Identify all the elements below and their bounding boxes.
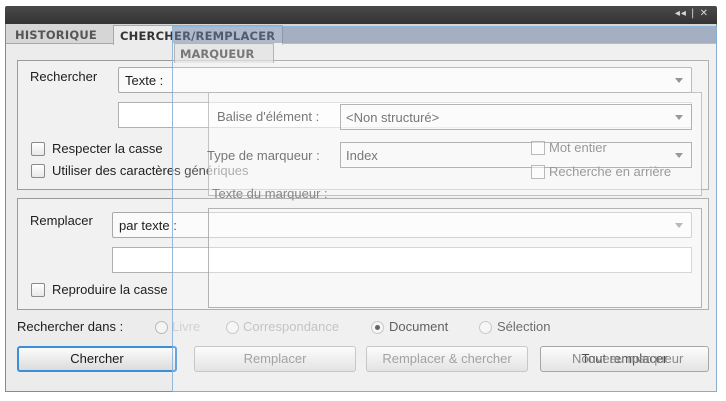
scope-book-radio[interactable] bbox=[155, 321, 168, 334]
element-tag-select[interactable]: <Non structuré> bbox=[340, 104, 692, 130]
panel-controls[interactable]: ◂◂ | ✕ bbox=[675, 8, 709, 19]
search-label: Rechercher bbox=[30, 69, 98, 84]
keep-case-checkbox[interactable] bbox=[31, 283, 45, 297]
panel-title-bar[interactable]: ◂◂ | ✕ bbox=[5, 6, 717, 24]
tab-marqueur[interactable]: MARQUEUR bbox=[174, 43, 274, 63]
marker-type-label: Type de marqueur : bbox=[207, 148, 320, 163]
whole-word-checkbox[interactable] bbox=[531, 141, 545, 155]
element-tag-label: Balise d'élément : bbox=[217, 109, 320, 124]
scope-label: Rechercher dans : bbox=[17, 319, 124, 334]
marker-text-label: Texte du marqueur : bbox=[212, 186, 328, 201]
backward-checkbox[interactable] bbox=[531, 165, 545, 179]
new-marker-button-ghost: Nouveau marqueur bbox=[572, 351, 684, 366]
whole-word-label: Mot entier bbox=[549, 140, 607, 155]
marker-panel-title-bar[interactable] bbox=[173, 27, 716, 43]
replace-mode-value: par texte : bbox=[119, 218, 177, 233]
match-case-checkbox[interactable] bbox=[31, 142, 45, 156]
search-mode-value: Texte : bbox=[125, 73, 164, 88]
match-case-label: Respecter la casse bbox=[52, 141, 163, 156]
marker-type-value: Index bbox=[346, 148, 378, 163]
chevron-down-icon bbox=[675, 153, 683, 158]
wildcards-checkbox[interactable] bbox=[31, 164, 45, 178]
keep-case-label: Reproduire la casse bbox=[52, 282, 168, 297]
backward-label: Recherche en arrière bbox=[549, 164, 672, 179]
tab-historique[interactable]: HISTORIQUE bbox=[9, 25, 103, 45]
replace-label: Remplacer bbox=[30, 213, 93, 228]
element-tag-value: <Non structuré> bbox=[346, 110, 440, 125]
find-button[interactable]: Chercher bbox=[17, 346, 177, 372]
chevron-down-icon bbox=[675, 115, 683, 120]
marker-text-field[interactable] bbox=[208, 208, 702, 308]
